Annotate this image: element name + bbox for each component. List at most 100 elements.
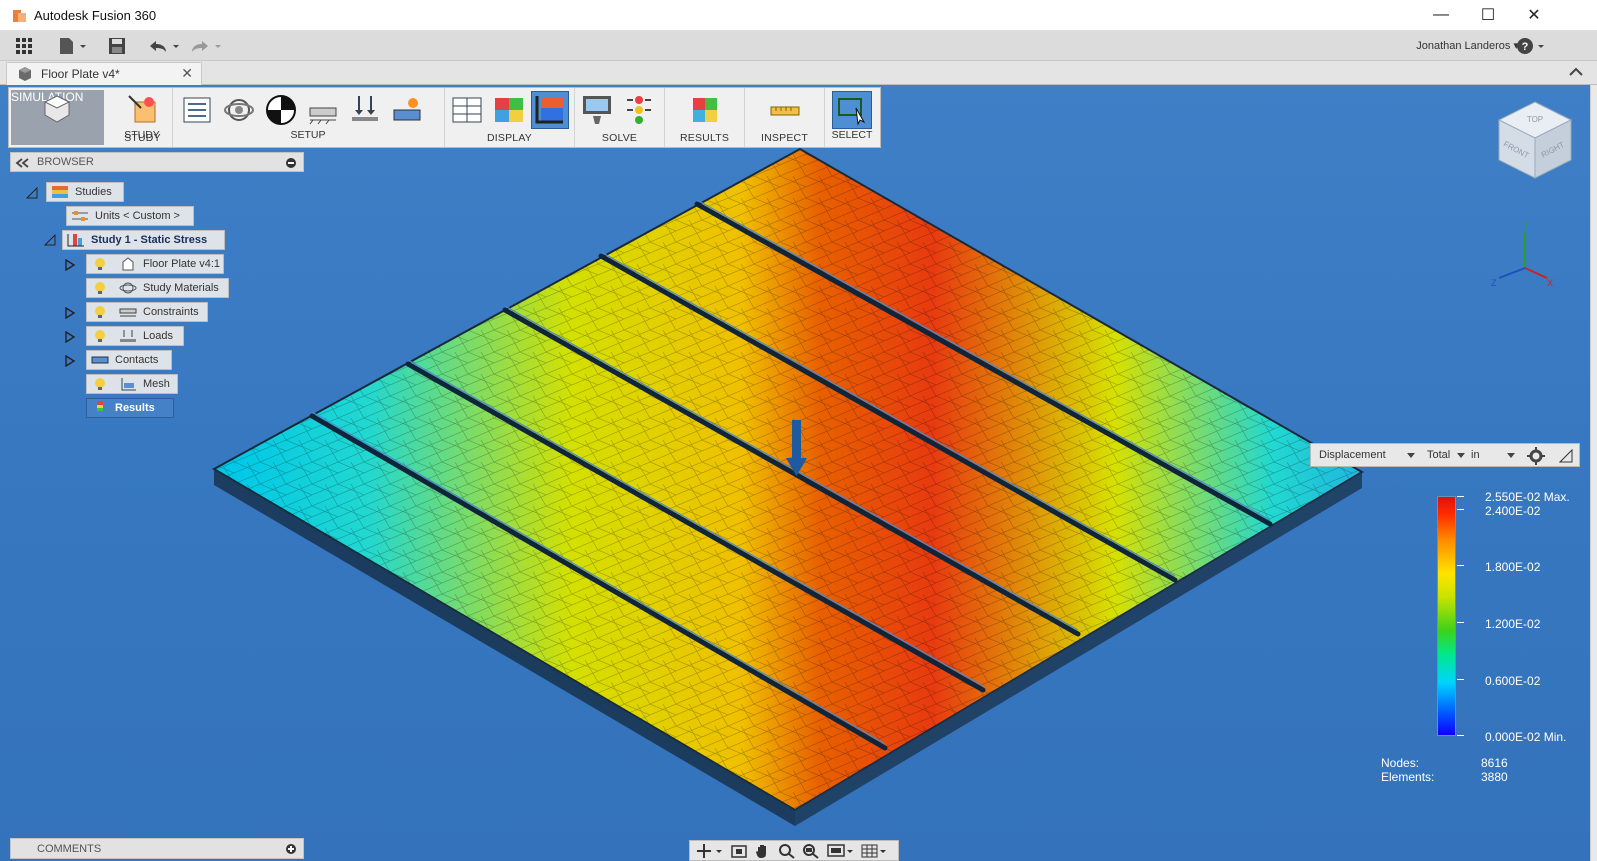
legend-tick xyxy=(1457,496,1464,497)
ribbon-group-display[interactable]: DISPLAY xyxy=(445,88,575,147)
result-type-dropdown[interactable]: Displacement xyxy=(1319,449,1386,461)
results-group-label: RESULTS xyxy=(679,132,730,144)
constraints-icon[interactable] xyxy=(307,94,339,126)
browser-minimize-icon[interactable] xyxy=(285,157,297,169)
study-settings-icon[interactable] xyxy=(181,94,213,126)
lightbulb-icon[interactable] xyxy=(91,281,109,295)
save-icon[interactable] xyxy=(108,35,126,57)
user-account-menu[interactable]: Jonathan Landeros ▾ xyxy=(1416,39,1519,52)
mesh-icon xyxy=(121,378,136,391)
chevron-down-icon[interactable] xyxy=(1407,453,1415,459)
axis-x-label: X xyxy=(1547,278,1553,288)
tree-label: Floor Plate v4:1 xyxy=(143,258,221,270)
nodes-label: Nodes: xyxy=(1381,756,1420,770)
legend-tick xyxy=(1457,622,1464,623)
collapse-triangle-icon[interactable] xyxy=(44,234,56,246)
chevron-down-icon[interactable] xyxy=(1507,453,1515,459)
display-color-plot-icon[interactable] xyxy=(493,94,525,126)
ribbon-group-results[interactable]: RESULTS xyxy=(665,88,745,147)
results-icon[interactable] xyxy=(689,94,721,126)
undo-icon[interactable] xyxy=(148,35,182,57)
maximize-button[interactable]: ☐ xyxy=(1473,4,1503,26)
ribbon-group-solve[interactable]: SOLVE xyxy=(575,88,665,147)
tree-label: Results xyxy=(115,402,155,414)
legend-tick xyxy=(1457,679,1464,680)
document-tab[interactable]: Floor Plate v4* ✕ xyxy=(6,62,202,85)
study-materials-icon[interactable] xyxy=(223,94,255,126)
viewport-scrollbar[interactable] xyxy=(1590,85,1597,861)
comments-panel[interactable]: COMMENTS xyxy=(10,838,304,859)
simulation-cube-icon xyxy=(43,95,71,123)
expand-triangle-icon[interactable] xyxy=(64,331,76,343)
file-menu-icon[interactable] xyxy=(58,35,88,57)
pan-hand-icon[interactable] xyxy=(754,843,772,859)
orbit-icon[interactable] xyxy=(696,843,724,859)
solve-traffic-light-icon[interactable] xyxy=(623,94,655,126)
tree-node-results[interactable]: Results xyxy=(86,398,174,418)
tree-node-constraints[interactable]: Constraints xyxy=(86,302,208,322)
document-cube-icon xyxy=(19,67,31,81)
legend-settings-gear-icon[interactable] xyxy=(1527,447,1545,465)
contacts-icon xyxy=(91,356,109,364)
look-at-icon[interactable] xyxy=(730,843,748,859)
lightbulb-icon[interactable] xyxy=(91,329,109,343)
contacts-icon[interactable] xyxy=(391,94,423,126)
legend-tick-label: 0.600E-02 xyxy=(1485,674,1541,688)
tree-node-floor-plate[interactable]: Floor Plate v4:1 xyxy=(86,254,224,274)
minimize-button[interactable]: — xyxy=(1426,4,1456,26)
3d-viewport[interactable] xyxy=(0,85,1590,861)
lightbulb-icon[interactable] xyxy=(91,377,109,391)
measure-ruler-icon[interactable] xyxy=(769,94,801,126)
close-window-button[interactable]: ✕ xyxy=(1519,4,1549,26)
tree-node-study-1[interactable]: Study 1 - Static Stress xyxy=(62,230,225,250)
nodes-value: 8616 xyxy=(1481,756,1508,770)
tree-node-contacts[interactable]: Contacts xyxy=(86,350,172,370)
expand-triangle-icon[interactable] xyxy=(64,259,76,271)
legend-resize-icon[interactable] xyxy=(1559,449,1573,463)
quick-access-toolbar: Jonathan Landeros ▾ ? xyxy=(0,31,1597,61)
legend-tick xyxy=(1457,509,1464,510)
loads-icon[interactable] xyxy=(349,94,381,126)
collapse-ribbon-icon[interactable] xyxy=(1569,66,1583,78)
help-menu-icon[interactable]: ? xyxy=(1516,35,1548,57)
select-cursor-icon[interactable] xyxy=(836,94,868,126)
workspace-switcher-simulation[interactable]: SIMULATION xyxy=(11,90,104,145)
expand-triangle-icon[interactable] xyxy=(64,355,76,367)
display-settings-icon[interactable] xyxy=(826,843,854,859)
zoom-icon[interactable] xyxy=(778,843,796,859)
close-tab-button[interactable]: ✕ xyxy=(181,65,193,82)
tree-node-units[interactable]: Units < Custom > xyxy=(66,206,194,226)
inspect-group-label: INSPECT xyxy=(761,132,808,144)
lightbulb-icon[interactable] xyxy=(91,257,109,271)
mass-center-icon[interactable] xyxy=(265,94,297,126)
ribbon-group-inspect[interactable]: INSPECT xyxy=(745,88,825,147)
tree-node-study-materials[interactable]: Study Materials xyxy=(86,278,229,298)
grid-snap-icon[interactable] xyxy=(860,843,888,859)
results-icon xyxy=(97,401,103,415)
collapse-triangle-icon[interactable] xyxy=(26,187,38,199)
browser-panel-header[interactable]: BROWSER xyxy=(10,152,304,172)
fit-view-icon[interactable] xyxy=(802,843,820,859)
result-component-dropdown[interactable]: Total xyxy=(1427,449,1450,461)
tree-node-loads[interactable]: Loads xyxy=(86,326,184,346)
select-group-label: SELECT xyxy=(831,129,873,141)
pre-check-icon[interactable] xyxy=(581,94,613,126)
add-comment-icon[interactable] xyxy=(285,843,297,855)
redo-icon[interactable] xyxy=(190,35,224,57)
comments-title: COMMENTS xyxy=(37,843,102,855)
result-unit-dropdown[interactable]: in xyxy=(1471,449,1480,461)
deformed-shape-icon[interactable] xyxy=(535,94,567,126)
tree-node-mesh[interactable]: Mesh xyxy=(86,374,178,394)
collapse-panel-icon[interactable] xyxy=(15,158,29,168)
axis-z-label: Z xyxy=(1491,278,1497,288)
chevron-down-icon[interactable] xyxy=(1457,453,1465,459)
window-title: Autodesk Fusion 360 xyxy=(34,8,157,23)
constraints-icon xyxy=(119,308,137,317)
tree-node-studies[interactable]: Studies xyxy=(46,182,124,202)
lightbulb-icon[interactable] xyxy=(91,305,109,319)
display-grid-icon[interactable] xyxy=(451,94,483,126)
data-panel-grid-icon[interactable] xyxy=(15,35,33,57)
expand-triangle-icon[interactable] xyxy=(64,307,76,319)
view-cube[interactable]: TOP FRONT RIGHT xyxy=(1495,100,1575,182)
floor-plate-model[interactable] xyxy=(0,85,1590,861)
